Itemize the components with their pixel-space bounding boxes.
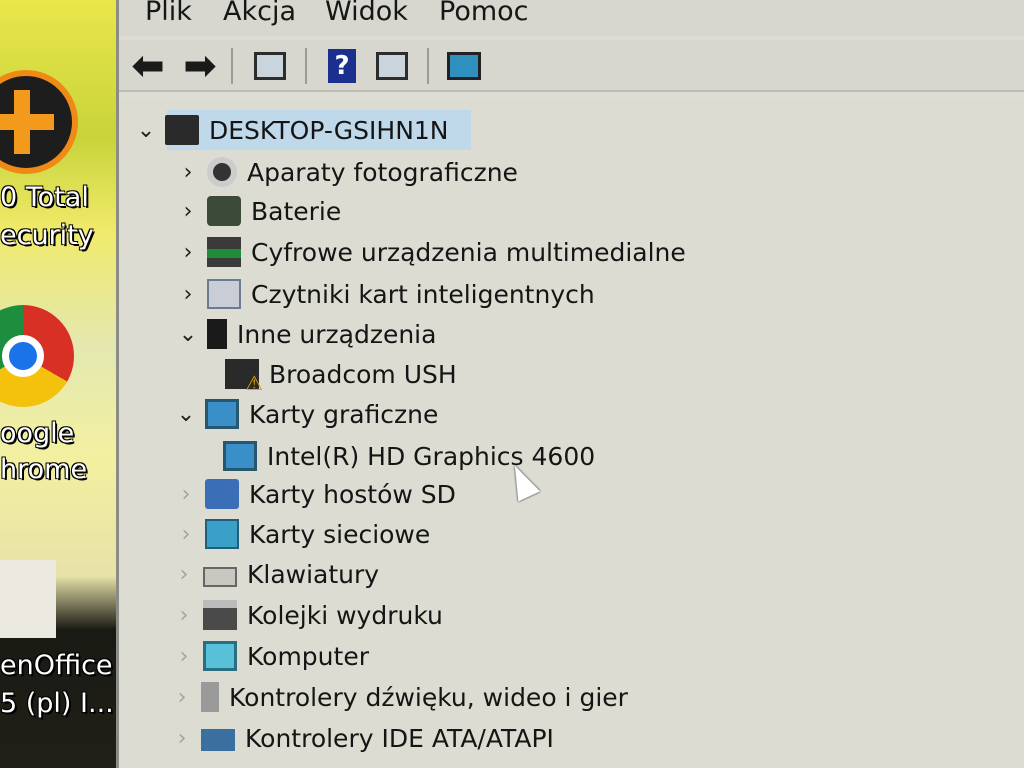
sound-controller-icon (201, 682, 219, 712)
tree-item-label: Karty graficzne (249, 399, 439, 429)
media-device-icon (207, 237, 241, 267)
desktop-background: 0 Total ecurity oogle hrome enOffice 5 (… (0, 0, 118, 768)
tree-item-komputer[interactable]: › Komputer (171, 638, 369, 674)
chevron-down-icon[interactable]: ⌄ (133, 118, 159, 143)
computer-root-icon (165, 115, 199, 145)
tree-item-karty-graficzne[interactable]: ⌄ Karty graficzne (173, 396, 438, 432)
total-security-plus-v (14, 90, 30, 154)
tree-child-label: Broadcom USH (269, 359, 457, 389)
menu-akcja[interactable]: Akcja (223, 0, 296, 27)
tree-item-sieciowe[interactable]: › Karty sieciowe (173, 516, 430, 552)
desktop-label-chrome-line2: hrome (0, 454, 88, 485)
chevron-right-icon[interactable]: › (173, 482, 199, 507)
tree-item-multimedia[interactable]: › Cyfrowe urządzenia multimedialne (175, 234, 686, 270)
tree-item-kolejki[interactable]: › Kolejki wydruku (171, 597, 443, 633)
tree-item-label: Karty hostów SD (249, 479, 456, 509)
chevron-right-icon[interactable]: › (171, 644, 197, 669)
tree-item-ide[interactable]: › Kontrolery IDE ATA/ATAPI (169, 720, 554, 756)
chevron-right-icon[interactable]: › (173, 522, 199, 547)
toolbar-separator (305, 48, 307, 84)
scan-hardware-icon (447, 52, 481, 80)
tree-item-label: Baterie (251, 196, 342, 226)
toolbar-separator (231, 48, 233, 84)
back-arrow-icon: ⬅ (131, 43, 165, 89)
print-queue-icon (203, 600, 237, 630)
chevron-right-icon[interactable]: › (175, 199, 201, 224)
desktop-label-office-line1: enOffice (0, 650, 113, 681)
computer-icon (203, 641, 237, 671)
properties-icon (254, 52, 286, 80)
tree-item-label: Kontrolery dźwięku, wideo i gier (229, 682, 628, 712)
tree-child-broadcom[interactable]: Broadcom USH (219, 356, 457, 395)
display-adapter-icon (205, 399, 239, 429)
tree-item-label: Czytniki kart inteligentnych (251, 279, 595, 309)
battery-icon (207, 196, 241, 226)
chevron-down-icon[interactable]: ⌄ (175, 322, 201, 347)
ide-controller-icon (201, 729, 235, 751)
display-adapter-icon (223, 441, 257, 471)
tree-item-label: Aparaty fotograficzne (247, 157, 518, 187)
menu-plik[interactable]: Plik (145, 0, 192, 27)
other-devices-icon (207, 319, 227, 349)
chevron-right-icon[interactable]: › (175, 282, 201, 307)
network-adapter-icon (205, 519, 239, 549)
desktop-label-office-line2: 5 (pl) I... (0, 688, 114, 719)
menu-widok[interactable]: Widok (325, 0, 408, 27)
desktop-label-chrome-line1: oogle (0, 418, 75, 449)
desktop-label-total-line2: ecurity (0, 220, 94, 251)
tree-item-label: Kolejki wydruku (247, 600, 443, 630)
help-icon: ? (328, 49, 356, 83)
menu-bar: Plik Akcja Widok Pomoc (119, 0, 1024, 36)
device-tree: ⌄ DESKTOP-GSIHN1N › Aparaty fotograficzn… (119, 100, 1024, 768)
chevron-right-icon[interactable]: › (171, 562, 197, 587)
tree-item-label: Klawiatury (247, 559, 380, 589)
view-button[interactable] (373, 48, 411, 84)
forward-button[interactable]: ➡ (181, 43, 219, 89)
camera-icon (207, 157, 237, 187)
tree-item-klawiatury[interactable]: › Klawiatury (171, 556, 380, 592)
device-manager-window: Plik Akcja Widok Pomoc ⬅ ➡ ? ⌄ DESKTOP-G… (116, 0, 1024, 768)
desktop-icon-google-chrome[interactable] (0, 305, 118, 407)
desktop-label-total-line1: 0 Total (0, 182, 89, 213)
tree-item-label: Kontrolery IDE ATA/ATAPI (245, 723, 554, 753)
scan-hardware-button[interactable] (445, 48, 483, 84)
chevron-right-icon[interactable]: › (171, 603, 197, 628)
chevron-right-icon[interactable]: › (175, 160, 201, 185)
forward-arrow-icon: ➡ (183, 43, 217, 89)
desktop-icon-total-security[interactable] (0, 70, 118, 174)
tree-root[interactable]: ⌄ DESKTOP-GSIHN1N (133, 112, 449, 148)
tree-item-sd[interactable]: › Karty hostów SD (173, 476, 456, 512)
tree-root-label: DESKTOP-GSIHN1N (209, 115, 449, 145)
warning-device-icon (225, 359, 263, 395)
help-button[interactable]: ? (323, 48, 361, 84)
tree-item-label: Inne urządzenia (237, 319, 437, 349)
tree-item-label: Cyfrowe urządzenia multimedialne (251, 237, 686, 267)
chevron-right-icon[interactable]: › (169, 726, 195, 751)
desktop-icon-openoffice[interactable] (0, 560, 118, 640)
menu-pomoc[interactable]: Pomoc (439, 0, 529, 27)
chrome-center (2, 335, 44, 377)
keyboard-icon (203, 566, 237, 587)
tree-item-baterie[interactable]: › Baterie (175, 193, 341, 229)
smart-card-icon (207, 279, 241, 309)
toolbar-separator (427, 48, 429, 84)
tree-child-label: Intel(R) HD Graphics 4600 (267, 441, 596, 471)
chevron-down-icon[interactable]: ⌄ (173, 402, 199, 427)
tree-item-dzwiek[interactable]: › Kontrolery dźwięku, wideo i gier (169, 679, 628, 715)
tree-item-label: Komputer (247, 641, 369, 671)
sd-host-icon (205, 479, 239, 509)
tree-item-label: Karty sieciowe (249, 519, 431, 549)
tree-item-inne[interactable]: ⌄ Inne urządzenia (175, 316, 436, 352)
chevron-right-icon[interactable]: › (175, 240, 201, 265)
openoffice-document-icon (0, 560, 56, 638)
tree-item-czytniki[interactable]: › Czytniki kart inteligentnych (175, 276, 595, 312)
chevron-right-icon[interactable]: › (169, 685, 195, 710)
properties-button[interactable] (251, 48, 289, 84)
view-icon (376, 52, 408, 80)
tree-item-aparaty[interactable]: › Aparaty fotograficzne (175, 154, 518, 190)
toolbar: ⬅ ➡ ? (119, 40, 1024, 92)
tree-child-intel-graphics[interactable]: Intel(R) HD Graphics 4600 (217, 438, 595, 474)
back-button[interactable]: ⬅ (129, 43, 167, 89)
